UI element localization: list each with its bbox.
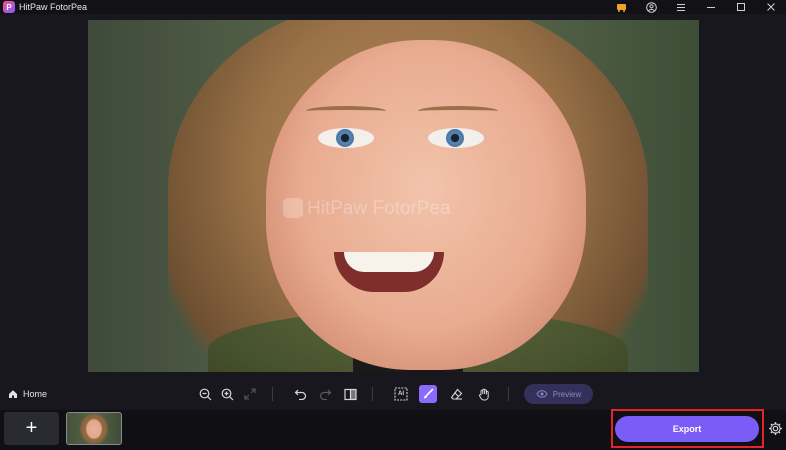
preview-label: Preview (552, 389, 582, 399)
editor-canvas[interactable]: HitPaw FotorPea (0, 14, 786, 378)
maximize-icon[interactable] (726, 0, 756, 14)
undo-icon[interactable] (291, 385, 309, 403)
title-bar: P HitPaw FotorPea (0, 0, 786, 14)
home-button[interactable]: Home (8, 386, 47, 402)
window-controls (606, 0, 786, 14)
photo-brow-right (418, 106, 498, 116)
watermark-text: HitPaw FotorPea (307, 198, 451, 219)
more-icon[interactable] (666, 0, 696, 14)
toolbar-divider (372, 387, 373, 401)
export-button[interactable]: Export (615, 416, 759, 442)
photo-brow-left (306, 106, 386, 116)
plus-icon: + (25, 417, 38, 439)
settings-gear-icon[interactable] (767, 420, 784, 437)
app-logo-icon: P (3, 1, 15, 13)
toolbar-divider (272, 387, 273, 401)
image-thumbnail[interactable] (66, 412, 122, 445)
app-title: HitPaw FotorPea (19, 2, 88, 12)
photo-eye-right (428, 128, 484, 148)
cart-icon[interactable] (606, 0, 636, 14)
preview-button[interactable]: Preview (524, 384, 593, 404)
close-icon[interactable] (756, 0, 786, 14)
watermark: HitPaw FotorPea (283, 198, 451, 220)
watermark-logo-icon (283, 198, 303, 218)
export-label: Export (672, 424, 702, 434)
photo-preview[interactable]: HitPaw FotorPea (88, 20, 699, 372)
home-icon (9, 390, 17, 398)
ai-label: AI (398, 391, 404, 397)
hand-icon[interactable] (475, 385, 493, 403)
eraser-icon[interactable] (447, 385, 465, 403)
editor-toolbar: Home AI Preview (0, 378, 786, 410)
redo-icon[interactable] (316, 385, 334, 403)
zoom-in-icon[interactable] (218, 385, 236, 403)
account-icon[interactable] (636, 0, 666, 14)
zoom-out-icon[interactable] (196, 385, 214, 403)
compare-icon[interactable] (341, 385, 359, 403)
minimize-icon[interactable] (696, 0, 726, 14)
photo-eye-left (318, 128, 374, 148)
fit-screen-icon[interactable] (241, 385, 259, 403)
brush-icon[interactable] (419, 385, 437, 403)
home-label: Home (23, 389, 48, 399)
add-image-button[interactable]: + (4, 412, 59, 445)
toolbar-divider (508, 387, 509, 401)
eye-icon (536, 390, 548, 398)
ai-select-icon[interactable]: AI (392, 385, 410, 403)
